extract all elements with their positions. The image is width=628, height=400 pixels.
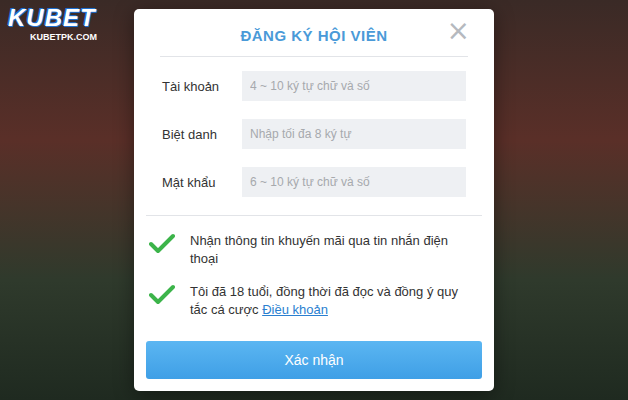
logo-name: KUBET bbox=[8, 6, 96, 30]
agreement-checkbox[interactable] bbox=[148, 232, 176, 256]
field-label: Mật khẩu bbox=[162, 175, 242, 190]
field-label: Biệt danh bbox=[162, 127, 242, 142]
dialog-title: ĐĂNG KÝ HỘI VIÊN bbox=[240, 27, 387, 44]
agreement-row: Tôi đã 18 tuổi, đồng thời đã đọc và đồng… bbox=[148, 283, 474, 319]
form-fields: Tài khoản Biệt danh Mật khẩu bbox=[134, 57, 494, 211]
agreement-checkbox[interactable] bbox=[148, 283, 176, 307]
divider bbox=[146, 215, 482, 216]
banner-image: KUBETKUBETPK.COMĐĂNG KÝ HỘI VIÊN×Tài kho… bbox=[0, 0, 628, 400]
field-row: Biệt danh bbox=[162, 119, 466, 149]
agreement-row: Nhận thông tin khuyến mãi qua tin nhắn đ… bbox=[148, 232, 474, 268]
logo-site: KUBETPK.COM bbox=[30, 32, 97, 42]
submit-button[interactable]: Xác nhận bbox=[146, 341, 482, 379]
agreements: Nhận thông tin khuyến mãi qua tin nhắn đ… bbox=[134, 216, 494, 327]
field-input[interactable] bbox=[242, 119, 466, 149]
agreement-text: Tôi đã 18 tuổi, đồng thời đã đọc và đồng… bbox=[190, 283, 474, 319]
agreement-text: Nhận thông tin khuyến mãi qua tin nhắn đ… bbox=[190, 232, 474, 268]
register-dialog: ĐĂNG KÝ HỘI VIÊN×Tài khoảnBiệt danhMật k… bbox=[134, 9, 494, 391]
terms-link[interactable]: Điều khoản bbox=[262, 302, 328, 317]
close-button[interactable]: × bbox=[443, 17, 474, 45]
field-row: Tài khoản bbox=[162, 71, 466, 101]
check-icon bbox=[149, 284, 175, 306]
field-row: Mật khẩu bbox=[162, 167, 466, 197]
field-label: Tài khoản bbox=[162, 79, 242, 94]
logo: KUBET KUBETPK.COM bbox=[8, 6, 97, 42]
check-icon bbox=[149, 233, 175, 255]
dialog-header: ĐĂNG KÝ HỘI VIÊN× bbox=[160, 9, 468, 57]
field-input[interactable] bbox=[242, 71, 466, 101]
field-input[interactable] bbox=[242, 167, 466, 197]
